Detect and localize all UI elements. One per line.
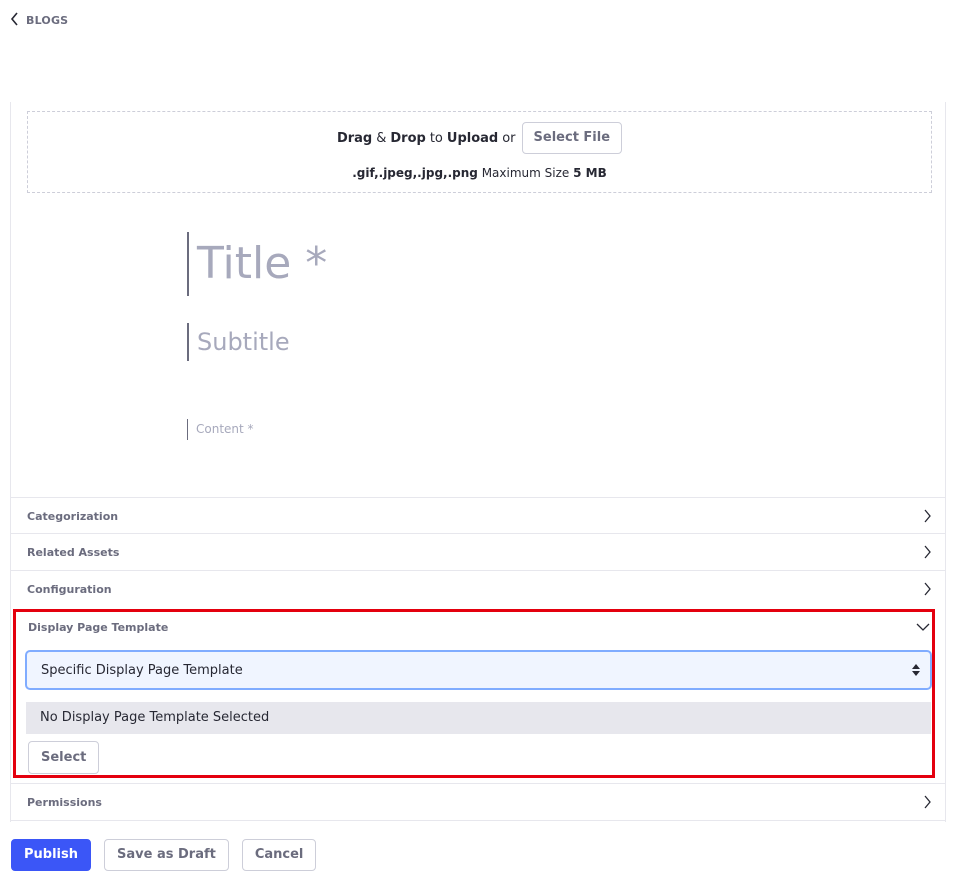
back-label: BLOGS bbox=[26, 13, 69, 27]
section-label: Configuration bbox=[27, 582, 112, 596]
content-editor[interactable]: Content * bbox=[187, 419, 254, 440]
chevron-right-icon bbox=[922, 795, 932, 809]
section-configuration: Configuration bbox=[11, 570, 945, 607]
chevron-right-icon bbox=[922, 509, 932, 523]
section-permissions: Permissions bbox=[11, 783, 945, 821]
chevron-down-icon bbox=[916, 622, 930, 632]
drag-text: Drag bbox=[336, 130, 373, 146]
select-template-button[interactable]: Select bbox=[28, 741, 100, 774]
section-label: Categorization bbox=[27, 509, 119, 523]
chevron-left-icon bbox=[10, 11, 20, 30]
categorization-toggle[interactable]: Categorization bbox=[11, 498, 945, 534]
section-label: Related Assets bbox=[27, 545, 120, 559]
publish-button[interactable]: Publish bbox=[11, 839, 91, 871]
display-page-template-toggle[interactable]: Display Page Template bbox=[16, 612, 932, 642]
dropzone-instructions: Drag & Drop to Upload or Select File bbox=[28, 122, 931, 154]
subtitle-input[interactable]: Subtitle bbox=[187, 323, 290, 361]
chevron-right-icon bbox=[922, 582, 932, 596]
selected-template-display: No Display Page Template Selected bbox=[26, 702, 931, 734]
cancel-button[interactable]: Cancel bbox=[241, 839, 317, 871]
select-value: Specific Display Page Template bbox=[41, 662, 243, 678]
upload-text: Upload bbox=[446, 130, 499, 146]
section-label: Permissions bbox=[27, 795, 102, 809]
related-assets-toggle[interactable]: Related Assets bbox=[11, 534, 945, 570]
drop-text: Drop bbox=[390, 130, 426, 146]
dropzone-file-info: .gif,.jpeg,.jpg,.png Maximum Size 5 MB bbox=[28, 166, 931, 180]
permissions-toggle[interactable]: Permissions bbox=[11, 784, 945, 820]
section-label: Display Page Template bbox=[28, 620, 169, 634]
section-related-assets: Related Assets bbox=[11, 533, 945, 570]
back-to-blogs-link[interactable]: BLOGS bbox=[10, 10, 68, 30]
to-text: to bbox=[429, 130, 443, 146]
allowed-extensions: .gif,.jpeg,.jpg,.png bbox=[352, 166, 478, 180]
display-page-template-select[interactable]: Specific Display Page Template bbox=[26, 651, 931, 689]
title-input[interactable]: Title * bbox=[187, 232, 327, 296]
max-size-value: 5 MB bbox=[573, 166, 607, 180]
configuration-toggle[interactable]: Configuration bbox=[11, 571, 945, 607]
form-actions: Publish Save as Draft Cancel bbox=[11, 839, 317, 871]
section-categorization: Categorization bbox=[11, 497, 945, 534]
blog-entry-form: Drag & Drop to Upload or Select File .gi… bbox=[10, 102, 946, 822]
image-dropzone[interactable]: Drag & Drop to Upload or Select File .gi… bbox=[27, 111, 932, 193]
select-file-button[interactable]: Select File bbox=[521, 122, 623, 154]
amp-text: & bbox=[376, 130, 387, 146]
section-display-page-template: Display Page Template Specific Display P… bbox=[13, 609, 935, 778]
max-size-label: Maximum Size bbox=[481, 166, 570, 180]
save-as-draft-button[interactable]: Save as Draft bbox=[104, 839, 229, 871]
chevron-right-icon bbox=[922, 545, 932, 559]
caret-double-icon bbox=[912, 664, 920, 676]
or-text: or bbox=[502, 130, 516, 146]
